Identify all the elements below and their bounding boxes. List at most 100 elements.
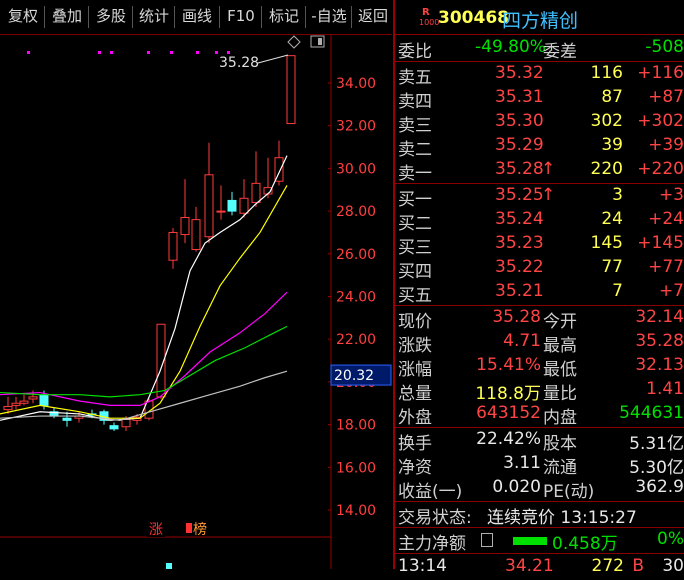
candle-body: [28, 396, 38, 400]
toolbar-separator: [44, 6, 45, 28]
trade-status-row: 交易状态: 连续竞价 13:15:27: [395, 503, 684, 528]
toolbar-button-4[interactable]: 画线: [177, 3, 217, 29]
fundamental-row: 收益(一) 0.020 PE(动) 362.9: [395, 477, 684, 502]
buy-level-change: +145: [637, 233, 684, 253]
chart-toolbar: 复权 叠加 多股 统计 画线 F10 标记 -自选 返回: [0, 0, 392, 35]
candle-body: [62, 417, 72, 421]
toolbar-button-1[interactable]: 叠加: [47, 3, 87, 29]
signal-dot: [227, 51, 230, 54]
buy-level-row[interactable]: 买四 35.22 77 +77: [395, 257, 684, 282]
toolbar-separator: [219, 6, 220, 28]
stat-label: 最高: [543, 336, 577, 356]
buy-level-volume: 145: [590, 233, 623, 253]
buy-level-label: 买二: [398, 214, 432, 234]
sell-level-change: +116: [637, 63, 684, 83]
price-axis-label: 22.00: [336, 332, 376, 348]
candle-body: [251, 182, 261, 204]
sell-level-volume: 302: [590, 111, 623, 131]
sell-level-volume: 116: [590, 63, 623, 83]
sell-level-change: +87: [648, 87, 684, 107]
main-flow-label: 主力净额: [398, 534, 466, 554]
candle-body: [11, 402, 21, 406]
section-divider: [395, 34, 684, 35]
window-toggle-icon-inner: [318, 38, 322, 45]
stat-value: 32.13: [635, 355, 684, 375]
up-arrow-icon: ↑: [541, 159, 556, 179]
toolbar-button-5[interactable]: F10: [222, 3, 260, 29]
kline-chart[interactable]: 34.0032.0030.0028.0026.0024.0022.0020.00…: [0, 35, 392, 569]
buy-level-change: +24: [648, 209, 684, 229]
trade-status-value: 连续竞价 13:15:27: [487, 508, 637, 528]
sell-level-change: +39: [648, 135, 684, 155]
weicha-label: 委差: [543, 42, 577, 62]
stock-name[interactable]: 四方精创: [502, 6, 578, 33]
tick-volume: 272: [591, 556, 624, 576]
buy-level-label: 买五: [398, 286, 432, 306]
toolbar-button-8[interactable]: 返回: [354, 3, 392, 29]
stat-row: 外盘 643152 内盘 544631: [395, 403, 684, 428]
buy-level-volume: 3: [612, 185, 623, 205]
webi-value: -49.80%: [475, 37, 546, 57]
buy-level-price: 35.24: [495, 209, 544, 229]
price-axis-label: 26.00: [336, 247, 376, 263]
sell-level-label: 卖五: [398, 68, 432, 88]
tick-count: 30: [662, 556, 684, 576]
sell-level-label: 卖四: [398, 92, 432, 112]
main-flow-row[interactable]: 主力净额 0.458万 0%: [395, 529, 684, 554]
sell-level-price: 35.32: [495, 63, 544, 83]
sell-level-row[interactable]: 卖三 35.30 302 +302: [395, 111, 684, 136]
stat-row: 涨跌 4.71 最高 35.28: [395, 331, 684, 356]
fundamental-value: 5.30亿: [629, 458, 684, 478]
tick-row: 13:14 34.21 272 B 30: [395, 556, 684, 580]
sell-level-row[interactable]: 卖四 35.31 87 +87: [395, 87, 684, 112]
buy-level-row[interactable]: 买一 35.25 ↑ 3 +3: [395, 185, 684, 210]
volume-bar: [166, 563, 172, 569]
sell-level-row[interactable]: 卖一 35.28 ↑ 220 +220: [395, 159, 684, 184]
section-divider: [395, 427, 684, 428]
toolbar-button-2[interactable]: 多股: [91, 3, 131, 29]
webi-label: 委比: [398, 42, 432, 62]
list-icon[interactable]: [481, 533, 493, 547]
sell-level-row[interactable]: 卖二 35.29 39 +39: [395, 135, 684, 160]
toolbar-button-7[interactable]: -自选: [308, 3, 350, 29]
stat-value: 35.28: [492, 307, 541, 327]
toolbar-button-0[interactable]: 复权: [3, 3, 43, 29]
stat-label: 外盘: [398, 408, 432, 428]
candle-body: [216, 210, 226, 213]
stat-label: 涨跌: [398, 336, 432, 356]
signal-dot: [170, 51, 173, 54]
fundamental-label: 股本: [543, 434, 577, 454]
section-divider: [395, 305, 684, 306]
buy-level-label: 买三: [398, 238, 432, 258]
ma30-line: [0, 325, 288, 398]
fundamental-value: 0.020: [492, 477, 541, 497]
buy-level-price: 35.25: [495, 185, 544, 205]
section-divider: [395, 61, 684, 62]
toolbar-separator: [261, 6, 262, 28]
buy-level-row[interactable]: 买三 35.23 145 +145: [395, 233, 684, 258]
candle-body: [121, 418, 131, 428]
price-axis-label: 24.00: [336, 290, 376, 306]
buy-level-row[interactable]: 买五 35.21 7 +7: [395, 281, 684, 306]
kline-svg[interactable]: 34.0032.0030.0028.0026.0024.0022.0020.00…: [0, 35, 392, 569]
stat-value: 544631: [619, 403, 684, 423]
sell-level-row[interactable]: 卖五 35.32 116 +116: [395, 63, 684, 88]
price-axis-label: 18.00: [336, 418, 376, 434]
section-divider: [395, 183, 684, 184]
sell-level-price: 35.31: [495, 87, 544, 107]
stat-label: 内盘: [543, 408, 577, 428]
toolbar-button-6[interactable]: 标记: [264, 3, 304, 29]
price-axis-label: 34.00: [336, 76, 376, 92]
window-toggle-icon[interactable]: [310, 35, 325, 48]
stat-label: 今开: [543, 312, 577, 332]
diamond-icon[interactable]: [287, 35, 301, 49]
toolbar-button-3[interactable]: 统计: [135, 3, 173, 29]
sell-level-price: 35.29: [495, 135, 544, 155]
buy-level-row[interactable]: 买二 35.24 24 +24: [395, 209, 684, 234]
weicha-value: -508: [645, 37, 684, 57]
trade-status-label: 交易状态:: [398, 508, 472, 528]
stat-value: 35.28: [635, 331, 684, 351]
toolbar-separator: [132, 6, 133, 28]
buy-level-label: 买一: [398, 190, 432, 210]
sell-level-label: 卖二: [398, 140, 432, 160]
